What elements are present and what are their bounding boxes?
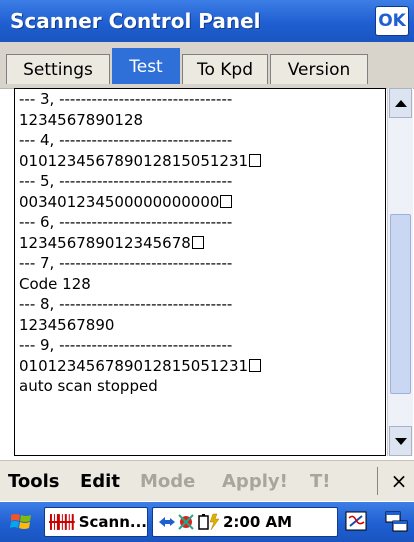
- taskbar-app-button[interactable]: Scann...: [44, 507, 148, 537]
- log-line: --- 7, --------------------------------: [19, 254, 233, 272]
- tab-settings[interactable]: Settings: [6, 54, 110, 84]
- windows-start-icon[interactable]: [8, 510, 34, 534]
- close-button[interactable]: ×: [386, 461, 412, 501]
- log-line: --- 4, --------------------------------: [19, 131, 233, 149]
- menu-mode: Mode: [140, 470, 196, 492]
- unprintable-char-box: [249, 358, 262, 372]
- log-line: 1234567890: [19, 315, 115, 334]
- menu-apply: Apply!: [222, 470, 288, 492]
- log-line: 123456789012345678: [15, 233, 385, 254]
- barcode-icon: [49, 514, 75, 530]
- scroll-up-button[interactable]: [389, 88, 412, 118]
- taskbar-app-label: Scann...: [78, 513, 147, 531]
- log-line: Code 128: [19, 274, 91, 293]
- log-line: --- 5, --------------------------------: [19, 172, 233, 190]
- menu-bar: Tools Edit Mode Apply! T! ×: [0, 460, 414, 501]
- tab-version[interactable]: Version: [270, 54, 368, 84]
- scrollbar-thumb[interactable]: [390, 214, 411, 394]
- menu-t: T!: [310, 470, 331, 492]
- signal-off-icon[interactable]: [175, 512, 197, 532]
- tab-strip: Settings Test To Kpd Version: [0, 42, 414, 89]
- tab-test[interactable]: Test: [112, 48, 180, 84]
- battery-icon[interactable]: [197, 513, 221, 531]
- log-line: auto scan stopped: [19, 377, 158, 395]
- log-line: --- 9, --------------------------------: [19, 336, 233, 354]
- vertical-scrollbar[interactable]: [387, 88, 413, 456]
- clock[interactable]: 2:00 AM: [223, 508, 292, 536]
- scan-output-textarea[interactable]: --- 3, -------------------------------- …: [14, 88, 386, 456]
- taskbar: Scann... 2:00 AM: [0, 502, 414, 542]
- log-line: --- 8, --------------------------------: [19, 295, 233, 313]
- system-tray: 2:00 AM: [152, 507, 338, 537]
- log-line: --- 6, --------------------------------: [19, 213, 233, 231]
- ok-button[interactable]: OK: [375, 6, 409, 36]
- connectivity-icon[interactable]: [157, 513, 177, 531]
- unprintable-char-box: [220, 194, 233, 208]
- unprintable-char-box: [249, 153, 262, 167]
- log-line: 1234567890128: [19, 110, 144, 129]
- input-panel-icon[interactable]: [344, 508, 370, 536]
- log-line: 010123456789012815051231: [15, 151, 385, 172]
- log-line: 010123456789012815051231: [15, 356, 385, 377]
- scroll-down-button[interactable]: [389, 426, 412, 456]
- window-title: Scanner Control Panel: [10, 9, 261, 33]
- windows-overlap-icon[interactable]: [384, 508, 410, 536]
- tab-to-kpd[interactable]: To Kpd: [182, 54, 268, 84]
- arrow-down-icon: [394, 437, 407, 445]
- arrow-up-icon: [394, 99, 407, 107]
- menu-tools[interactable]: Tools: [8, 461, 60, 501]
- log-line: 003401234500000000000: [15, 192, 385, 213]
- unprintable-char-box: [191, 235, 204, 249]
- menu-edit[interactable]: Edit: [80, 461, 120, 501]
- menu-separator: [377, 467, 378, 495]
- title-bar: Scanner Control Panel OK: [0, 0, 414, 42]
- log-line: --- 3, --------------------------------: [19, 90, 233, 108]
